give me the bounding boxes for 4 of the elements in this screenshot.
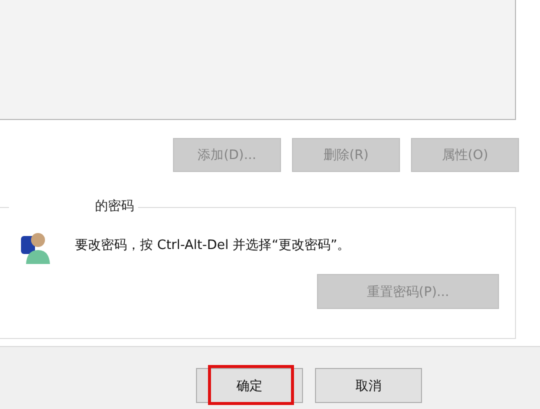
dialog-button[interactable]: 确定: [196, 368, 303, 403]
user-list[interactable]: [0, 0, 516, 120]
dialog-button[interactable]: 取消: [315, 368, 422, 403]
password-instruction: 要改密码，按 Ctrl-Alt-Del 并选择“更改密码”。: [75, 237, 350, 254]
